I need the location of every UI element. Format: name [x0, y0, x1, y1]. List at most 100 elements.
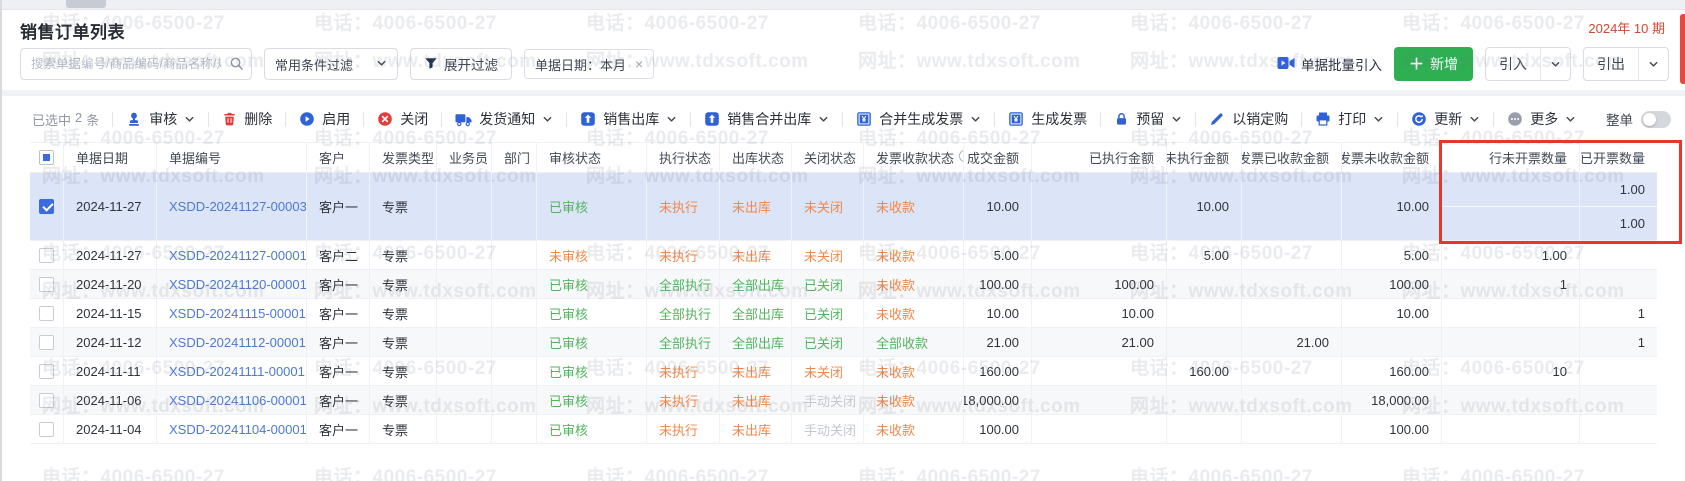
- cell-line_uninvoiced_qty: [1442, 299, 1580, 327]
- lock-icon: [1114, 111, 1129, 127]
- purchase-by-sales-button[interactable]: 以销定购: [1209, 109, 1288, 129]
- delete-button[interactable]: 删除: [222, 109, 272, 129]
- row-checkbox[interactable]: [39, 306, 54, 321]
- table-row[interactable]: 2024-11-04XSDD-20241104-00001客户一专票已审核未执行…: [30, 415, 1657, 444]
- enable-button[interactable]: 启用: [299, 109, 350, 129]
- column-header-outbound_status: 出库状态: [720, 143, 792, 172]
- column-header-label: 审核状态: [549, 148, 601, 167]
- action-toolbar: 已选中 2 条 审核删除启用关闭发货通知销售出库销售合并出库¥合并生成发票¥生成…: [2, 96, 1685, 142]
- row-checkbox[interactable]: [39, 335, 54, 350]
- cell-invoice_unreceived_amount: 160.00: [1342, 357, 1442, 385]
- reserve-button[interactable]: 预留: [1114, 109, 1182, 129]
- table-row[interactable]: 2024-11-12XSDD-20241112-00001客户一专票已审核全部执…: [30, 328, 1657, 357]
- sales-outbound-button[interactable]: 销售出库: [580, 109, 677, 129]
- search-input[interactable]: [20, 48, 252, 80]
- order-doc-link[interactable]: XSDD-20241104-00001: [169, 422, 307, 437]
- cell-invoice_received_amount: 21.00: [1242, 328, 1342, 356]
- row-checkbox[interactable]: [39, 393, 54, 408]
- order-doc-link[interactable]: XSDD-20241115-00001: [169, 306, 306, 321]
- status-badge: 已审核: [549, 420, 588, 439]
- cell-line_uninvoiced_qty: 1.00: [1442, 241, 1580, 269]
- watermark-phone: 电话：4006-6500-27: [586, 462, 769, 481]
- column-header-label: 发票已收款金额: [1242, 148, 1329, 167]
- table-row[interactable]: 2024-11-06XSDD-20241106-00001客户一专票已审核未执行…: [30, 386, 1657, 415]
- order-doc-link[interactable]: XSDD-20241112-00001: [169, 335, 306, 350]
- sales-merge-outbound-button[interactable]: 销售合并出库: [704, 109, 829, 129]
- row-checkbox[interactable]: [39, 364, 54, 379]
- watermark-phone: 电话：4006-6500-27: [858, 462, 1041, 481]
- table-row[interactable]: 2024-11-15XSDD-20241115-00001客户一专票已审核全部执…: [30, 299, 1657, 328]
- chevron-down-icon[interactable]: [1639, 48, 1668, 80]
- close-button[interactable]: 关闭: [377, 109, 428, 129]
- column-header-department: 部门: [492, 143, 537, 172]
- chevron-down-icon[interactable]: [1541, 48, 1570, 80]
- cell-invoice_payment_status: 未收款: [864, 241, 964, 269]
- status-badge: 已关闭: [804, 304, 843, 323]
- cell-doc_no: XSDD-20241120-00001: [157, 270, 307, 298]
- whole-order-toggle[interactable]: [1641, 111, 1671, 128]
- common-filter-select[interactable]: 常用条件过滤: [264, 48, 398, 80]
- row-checkbox[interactable]: [39, 248, 54, 263]
- status-badge: 未收款: [876, 391, 915, 410]
- toolbar-separator: [842, 112, 843, 127]
- select-all-checkbox[interactable]: [39, 150, 54, 165]
- row-checkbox[interactable]: [39, 199, 54, 214]
- toolbar-separator: [1493, 112, 1494, 127]
- expand-filter-button[interactable]: 展开过滤: [410, 48, 512, 80]
- column-header-date: 单据日期: [64, 143, 157, 172]
- toolbar-separator: [1195, 112, 1196, 127]
- add-new-label: 新增: [1430, 54, 1458, 74]
- chevron-down-icon: [376, 57, 387, 72]
- filter-tag-date[interactable]: 单据日期：本月 ×: [524, 49, 654, 79]
- batch-import-button[interactable]: 单据批量引入: [1277, 54, 1382, 74]
- update-button[interactable]: 更新: [1411, 109, 1480, 129]
- cell-audit_status: 已审核: [537, 299, 647, 327]
- print-button[interactable]: 打印: [1315, 109, 1384, 129]
- status-badge: 未收款: [876, 362, 915, 381]
- cell-close_status: 手动关闭: [792, 386, 864, 414]
- merge-generate-invoice-button[interactable]: ¥合并生成发票: [856, 109, 981, 129]
- order-doc-link[interactable]: XSDD-20241111-00001: [169, 364, 305, 379]
- order-doc-link[interactable]: XSDD-20241106-00001: [169, 393, 307, 408]
- cell-line_invoiced_qty: [1580, 270, 1657, 298]
- table-row[interactable]: 2024-11-27XSDD-20241127-00001客户二专票未审核未执行…: [30, 241, 1657, 270]
- order-doc-link[interactable]: XSDD-20241127-00003: [169, 199, 307, 214]
- import-button[interactable]: 引入: [1485, 47, 1571, 81]
- more-button[interactable]: 更多: [1507, 109, 1576, 129]
- row-checkbox[interactable]: [39, 277, 54, 292]
- status-badge: 已审核: [549, 362, 588, 381]
- row-checkbox[interactable]: [39, 422, 54, 437]
- sales-order-list-page: 销售订单列表 2024年 10 期 常用条件过滤 展开过滤 单据日期：本月 × …: [0, 0, 1685, 481]
- table-row[interactable]: 2024-11-27XSDD-20241127-00003客户一专票已审核未执行…: [30, 173, 1657, 241]
- cell-date: 2024-11-27: [64, 173, 157, 240]
- reserve-button-label: 预留: [1136, 109, 1164, 129]
- line-qty-value: [1442, 207, 1579, 240]
- table-row[interactable]: 2024-11-20XSDD-20241120-00001客户一专票已审核全部执…: [30, 270, 1657, 299]
- order-doc-link[interactable]: XSDD-20241120-00001: [169, 277, 307, 292]
- toolbar-separator: [441, 112, 442, 127]
- cell-department: [492, 173, 537, 240]
- cell-salesman: [437, 173, 492, 240]
- close-button-label: 关闭: [400, 109, 428, 129]
- column-header-audit_status: 审核状态: [537, 143, 647, 172]
- status-badge: 全部出库: [732, 304, 784, 323]
- chevron-down-icon: [1469, 114, 1480, 125]
- status-badge: 未收款: [876, 197, 915, 216]
- search-icon[interactable]: [229, 56, 244, 76]
- table-row[interactable]: 2024-11-11XSDD-20241111-00001客户一专票已审核未执行…: [30, 357, 1657, 386]
- cell-outbound_status: 全部出库: [720, 328, 792, 356]
- cell-deal_amount: 21.00: [964, 328, 1032, 356]
- remove-filter-icon[interactable]: ×: [635, 57, 643, 71]
- column-header-label: 关闭状态: [804, 148, 856, 167]
- export-button[interactable]: 引出: [1583, 47, 1669, 81]
- generate-invoice-button[interactable]: ¥生成发票: [1008, 109, 1087, 129]
- cell-customer: 客户一: [307, 299, 370, 327]
- add-new-button[interactable]: ＋ 新增: [1394, 47, 1473, 81]
- status-badge: 全部出库: [732, 275, 784, 294]
- status-badge: 全部执行: [659, 333, 711, 352]
- delivery-notice-button[interactable]: 发货通知: [455, 109, 553, 129]
- audit-button[interactable]: 审核: [126, 109, 195, 129]
- cell-invoice_unreceived_amount: 10.00: [1342, 299, 1442, 327]
- order-doc-link[interactable]: XSDD-20241127-00001: [169, 248, 307, 263]
- cell-salesman: [437, 328, 492, 356]
